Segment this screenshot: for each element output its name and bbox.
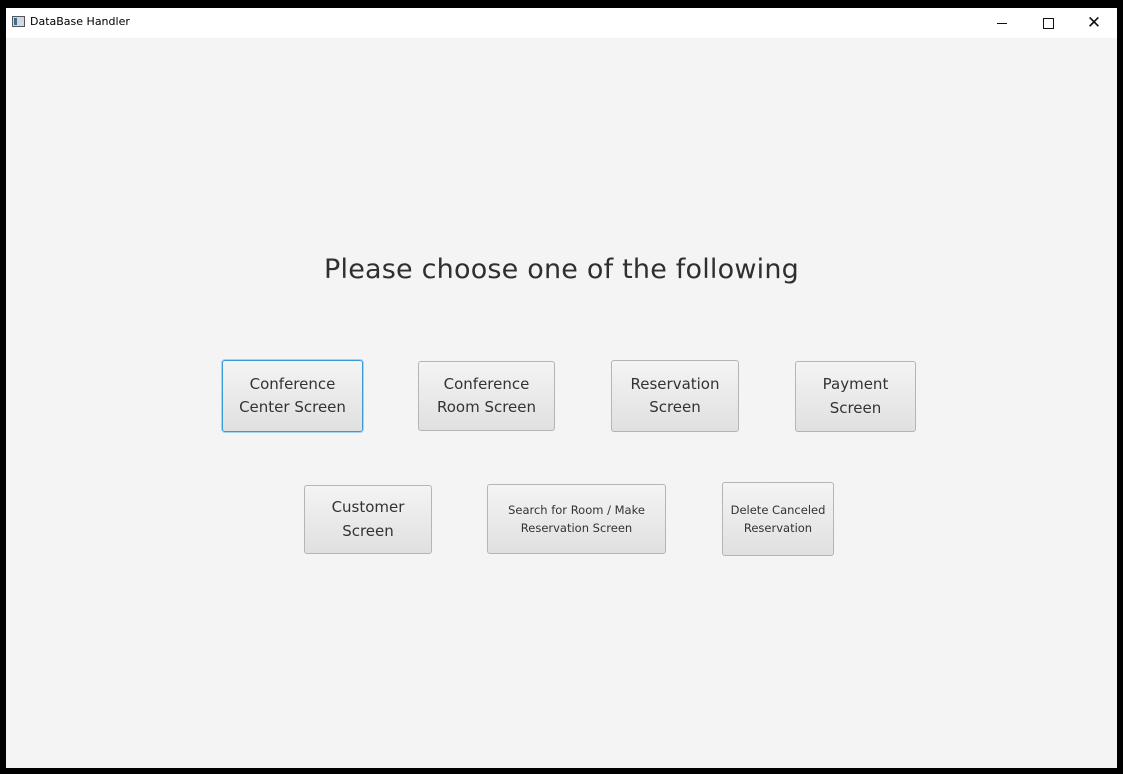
customer-screen-button[interactable]: Customer Screen xyxy=(304,485,432,554)
delete-canceled-reservation-button[interactable]: Delete Canceled Reservation xyxy=(722,482,834,556)
minimize-button[interactable] xyxy=(979,8,1025,38)
app-window: DataBase Handler ✕ Please choose one of … xyxy=(0,0,1123,774)
close-icon: ✕ xyxy=(1086,12,1102,33)
window-title: DataBase Handler xyxy=(30,15,130,28)
maximize-button[interactable] xyxy=(1025,8,1071,38)
page-heading: Please choose one of the following xyxy=(324,254,799,285)
app-icon xyxy=(12,16,25,27)
conference-center-screen-button[interactable]: Conference Center Screen xyxy=(222,360,363,432)
reservation-screen-button[interactable]: Reservation Screen xyxy=(611,360,739,432)
title-bar[interactable]: DataBase Handler ✕ xyxy=(6,8,1117,38)
conference-room-screen-button[interactable]: Conference Room Screen xyxy=(418,361,555,431)
close-button[interactable]: ✕ xyxy=(1071,8,1117,38)
minimize-icon xyxy=(997,22,1007,24)
search-room-reservation-button[interactable]: Search for Room / Make Reservation Scree… xyxy=(487,484,666,554)
maximize-icon xyxy=(1042,17,1054,29)
payment-screen-button[interactable]: Payment Screen xyxy=(795,361,916,432)
